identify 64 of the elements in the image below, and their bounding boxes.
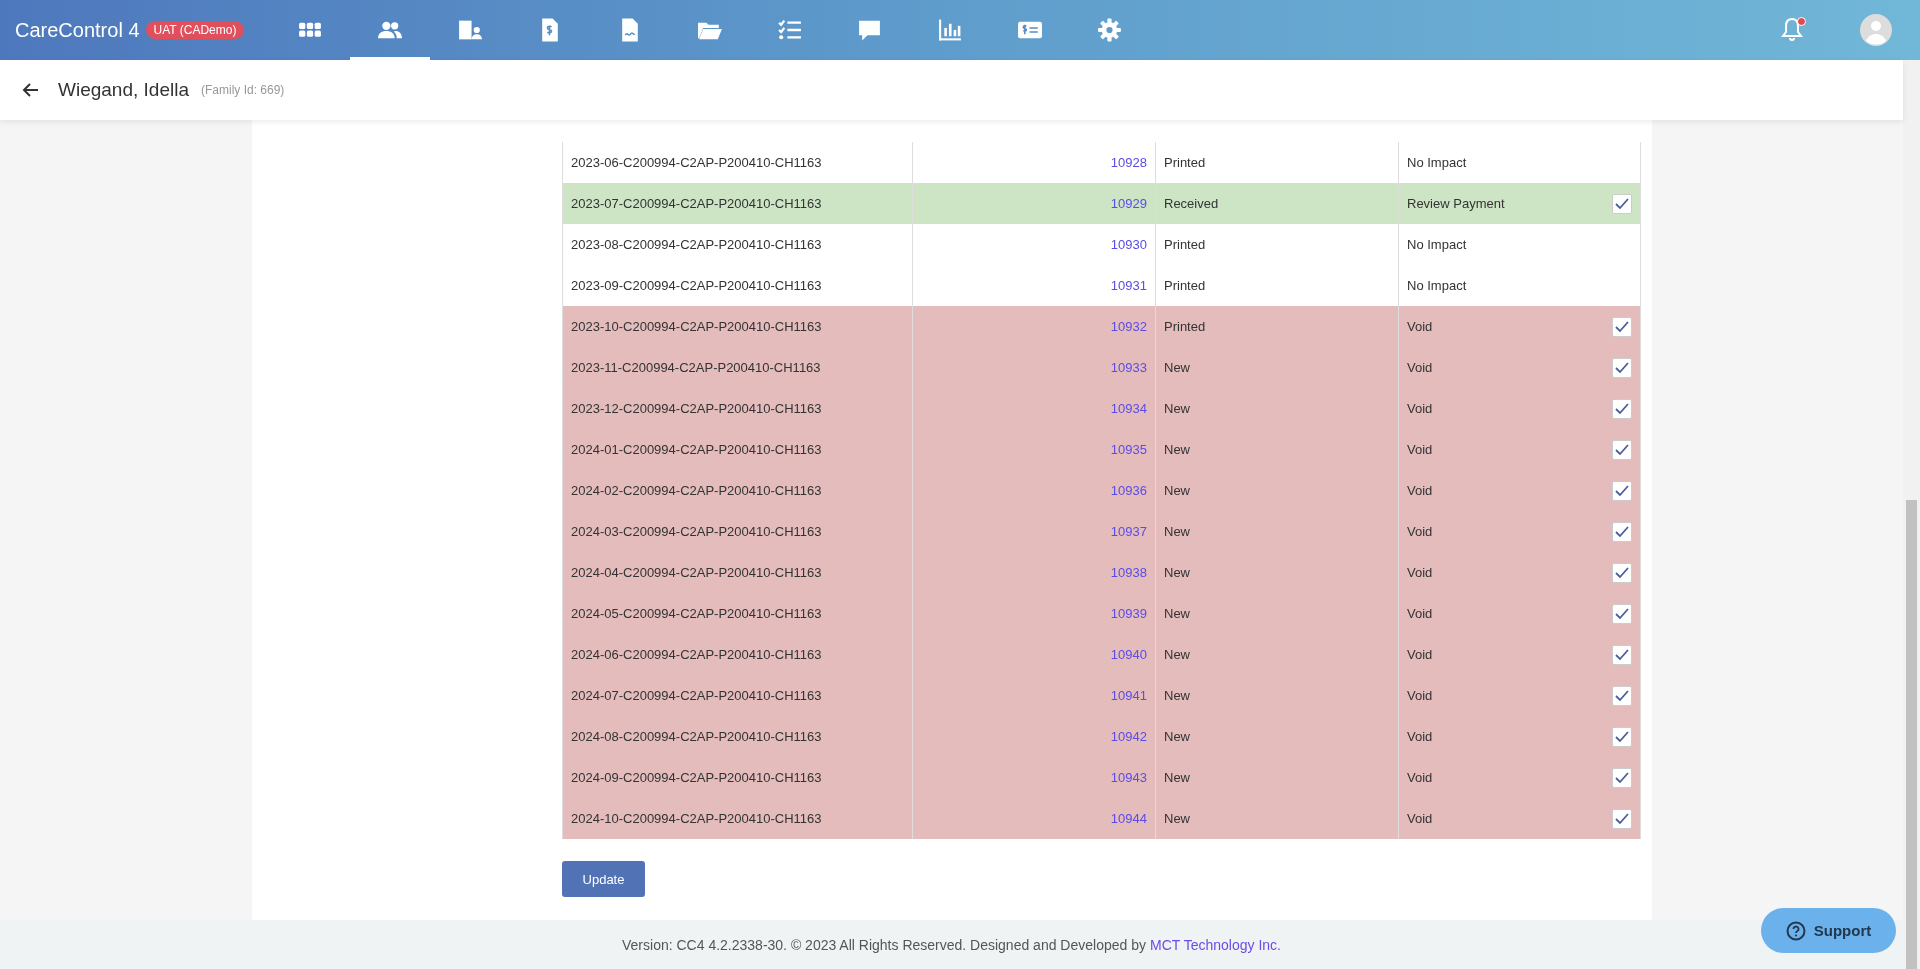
table-cell: 2024-10-C200994-C2AP-P200410-CH1163 [562,798,913,839]
notifications-button[interactable] [1780,17,1804,43]
table-cell: Review Payment [1407,196,1505,211]
table-cell: Void [1407,319,1433,334]
number-link[interactable]: 10929 [1110,196,1147,211]
chart-icon [937,17,964,43]
number-link[interactable]: 10937 [1110,524,1147,539]
back-arrow-icon[interactable] [22,81,40,99]
number-link[interactable]: 10938 [1110,565,1147,580]
table-cell: No Impact [1407,278,1467,293]
table-cell: Void [1407,442,1433,457]
checkbox[interactable] [1612,398,1632,419]
table-cell: Void [1407,688,1433,703]
table-cell: Void [1407,360,1433,375]
scrollbar[interactable] [1903,60,1920,969]
family-name: Wiegand, Idella [58,79,189,101]
table-cell: New [1155,798,1399,839]
number-link[interactable]: 10942 [1110,729,1147,744]
number-link[interactable]: 10932 [1110,319,1147,334]
update-button[interactable]: Update [562,861,645,897]
checkbox[interactable] [1612,644,1632,665]
number-link[interactable]: 10933 [1110,360,1147,375]
number-link[interactable]: 10936 [1110,483,1147,498]
app-title: CareControl 4 [15,18,140,42]
number-link[interactable]: 10939 [1110,606,1147,621]
table-cell: Void [1407,606,1433,621]
checkbox[interactable] [1612,726,1632,747]
checkbox[interactable] [1612,439,1632,460]
number-link[interactable]: 10930 [1110,237,1147,252]
checkbox[interactable] [1612,767,1632,788]
table-cell: No Impact [1407,155,1467,170]
number-link[interactable]: 10934 [1110,401,1147,416]
footer-text: Version: CC4 4.2.2338-30. © 2023 All Rights Reserved. Designed and Developed by [622,936,1146,953]
table-cell: Void [1407,647,1433,662]
checkbox[interactable] [1612,521,1632,542]
number-link[interactable]: 10935 [1110,442,1147,457]
environment-badge: UAT (CADemo) [145,21,245,39]
number-link[interactable]: 10928 [1110,155,1147,170]
checkbox[interactable] [1612,603,1632,624]
number-link[interactable]: 10944 [1110,811,1147,826]
number-link[interactable]: 10943 [1110,770,1147,785]
table-cell: Void [1407,565,1433,580]
table-cell: Void [1407,524,1433,539]
checkbox[interactable] [1612,808,1632,829]
table-cell: Void [1407,729,1433,744]
table-cell: Void [1407,483,1433,498]
checkbox[interactable] [1612,316,1632,337]
table-cell: No Impact [1407,237,1467,252]
company-link[interactable]: MCT Technology Inc. [1150,936,1281,953]
settings-icon [1097,17,1124,43]
checkbox[interactable] [1612,193,1632,214]
support-button[interactable]: Support [1761,908,1896,953]
checkbox[interactable] [1612,562,1632,583]
help-icon [1785,920,1806,941]
table-cell: Void [1407,401,1433,416]
number-link[interactable]: 10940 [1110,647,1147,662]
checkbox[interactable] [1612,480,1632,501]
checkbox[interactable] [1612,357,1632,378]
table-cell: Void [1407,770,1433,785]
table-cell: Void [1407,811,1433,826]
checkbox[interactable] [1612,685,1632,706]
number-link[interactable]: 10931 [1110,278,1147,293]
number-link[interactable]: 10941 [1110,688,1147,703]
family-id: (Family Id: 669) [200,83,285,97]
